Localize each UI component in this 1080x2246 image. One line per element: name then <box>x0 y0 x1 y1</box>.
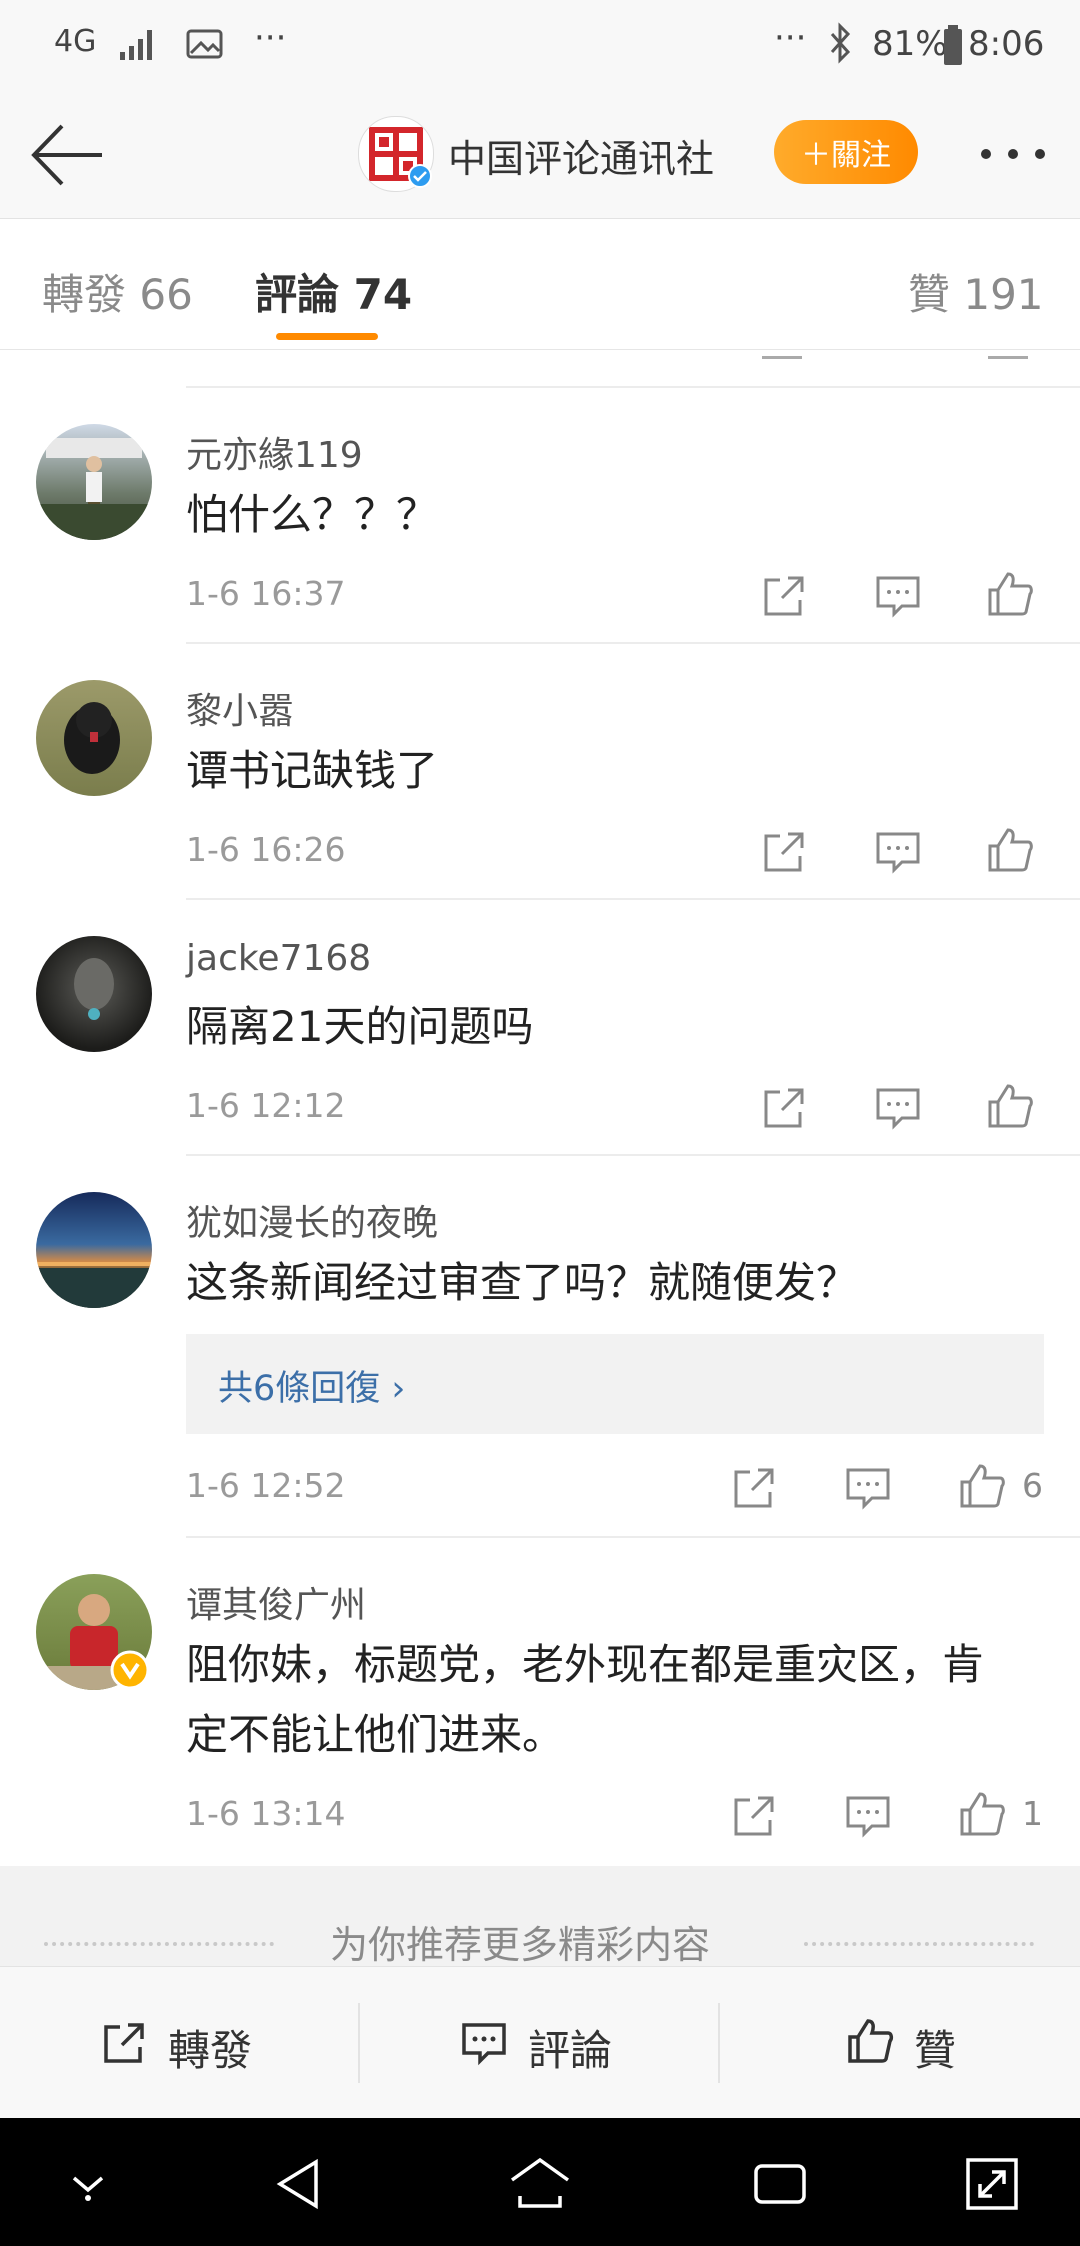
comment-icon[interactable] <box>842 1462 894 1514</box>
like-button[interactable]: 贊 <box>720 1967 1080 2119</box>
comment-username[interactable]: 黎小嚣 <box>186 682 294 734</box>
repost-icon[interactable] <box>728 1790 780 1842</box>
comment-text: 怕什么？？？ <box>186 490 439 539</box>
comment-text: 隔离21天的问题吗 <box>186 1002 534 1051</box>
like-icon[interactable] <box>984 568 1036 620</box>
comment-username[interactable]: 犹如漫长的夜晚 <box>186 1194 438 1246</box>
comment-item: 黎小嚣 谭书记缺钱了 1-6 16:26 <box>0 644 1080 898</box>
active-tab-indicator <box>276 333 378 340</box>
hide-keyboard-icon[interactable] <box>62 2162 114 2206</box>
comment-time: 1-6 16:37 <box>186 574 346 613</box>
comment-button[interactable]: 評論 <box>360 1967 718 2119</box>
like-icon[interactable] <box>984 1080 1036 1132</box>
verified-badge-icon <box>408 164 432 188</box>
like-count: 6 <box>1022 1466 1043 1505</box>
comment-text-line2: 定不能让他们进来。 <box>186 1710 565 1759</box>
home-nav-icon[interactable] <box>508 2154 572 2214</box>
dotted-divider <box>44 1942 274 1946</box>
dotted-divider <box>804 1942 1034 1946</box>
signal-icon <box>120 30 152 60</box>
comment-icon[interactable] <box>842 1790 894 1842</box>
like-icon <box>848 2019 894 2063</box>
expand-icon[interactable] <box>962 2154 1022 2214</box>
repost-icon[interactable] <box>758 1082 810 1134</box>
like-icon[interactable] <box>956 1788 1008 1840</box>
comment-icon[interactable] <box>872 826 924 878</box>
tab-reposts[interactable]: 轉發 66 <box>42 261 193 322</box>
comment-text: 这条新闻经过审查了吗？就随便发？ <box>186 1258 859 1307</box>
repost-icon[interactable] <box>758 826 810 878</box>
tab-bar: 轉發 66 評論 74 贊 191 <box>0 219 1080 350</box>
follow-button[interactable]: ＋關注 <box>774 120 918 184</box>
repost-button[interactable]: 轉發 <box>0 1967 358 2119</box>
repost-icon[interactable] <box>728 1462 780 1514</box>
repost-icon <box>104 2023 144 2063</box>
like-icon[interactable] <box>956 1460 1008 1512</box>
clock: 8:06 <box>968 24 1045 64</box>
comment-item: 犹如漫长的夜晚 这条新闻经过审查了吗？就随便发？ 共6條回復 › 1-6 12:… <box>0 1156 1080 1536</box>
bottom-toolbar: 轉發 評論 贊 <box>0 1966 1080 2119</box>
tab-comments[interactable]: 評論 74 <box>255 261 412 322</box>
like-icon[interactable] <box>984 824 1036 876</box>
account-name[interactable]: 中国评论通讯社 <box>448 128 714 183</box>
replies-link-box[interactable]: 共6條回復 › <box>186 1334 1044 1434</box>
comment-time: 1-6 16:26 <box>186 830 346 869</box>
comment-icon[interactable] <box>872 570 924 622</box>
comment-item: 元亦緣119 怕什么？？？ 1-6 16:37 <box>0 388 1080 642</box>
comment-username[interactable]: 元亦緣119 <box>186 426 363 478</box>
avatar[interactable] <box>36 1192 152 1308</box>
comment-username[interactable]: 谭其俊广州 <box>186 1576 366 1628</box>
comment-text: 谭书记缺钱了 <box>186 746 439 795</box>
avatar[interactable] <box>36 680 152 796</box>
previous-comment-remnant <box>0 350 1080 386</box>
network-indicator: 4G <box>54 24 97 59</box>
comment-time: 1-6 12:12 <box>186 1086 346 1125</box>
more-notifications: ··· <box>254 18 287 58</box>
comment-label: 評論 <box>528 2026 613 2075</box>
replies-link[interactable]: 共6條回復 › <box>218 1360 405 1411</box>
avatar-sunset-icon <box>36 1262 152 1308</box>
comment-icon[interactable] <box>872 1082 924 1134</box>
repost-icon[interactable] <box>758 570 810 622</box>
comment-icon <box>462 2023 506 2066</box>
recent-apps-icon[interactable] <box>752 2158 808 2210</box>
avatar-photo-icon <box>36 438 152 540</box>
comment-text-line1: 阻你妹，标题党，老外现在都是重灾区，肯 <box>186 1640 985 1689</box>
avatar-dog-icon <box>64 702 120 774</box>
avatar[interactable] <box>36 424 152 540</box>
back-arrow-icon[interactable] <box>28 120 106 190</box>
comment-item: 谭其俊广州 阻你妹，标题党，老外现在都是重灾区，肯 定不能让他们进来。 1-6 … <box>0 1538 1080 1864</box>
avatar[interactable] <box>36 936 152 1052</box>
battery-icon <box>944 25 962 65</box>
image-notification-icon <box>186 29 223 59</box>
header-bar: 中国评论通讯社 ＋關注 <box>0 92 1080 219</box>
comment-username[interactable]: jacke7168 <box>186 938 371 979</box>
repost-label: 轉發 <box>168 2026 253 2075</box>
battery-percent: 81% <box>872 24 948 64</box>
comment-item: jacke7168 隔离21天的问题吗 1-6 12:12 <box>0 900 1080 1154</box>
recommend-label[interactable]: 为你推荐更多精彩内容 <box>330 1914 710 1969</box>
system-navigation-bar <box>0 2118 1080 2246</box>
avatar-figure-icon <box>74 958 114 1020</box>
comment-time: 1-6 12:52 <box>186 1466 346 1505</box>
like-label: 贊 <box>914 2026 957 2075</box>
verified-user-badge-icon <box>110 1650 150 1690</box>
bluetooth-icon <box>830 22 851 64</box>
ellipsis-icon[interactable] <box>978 142 1048 166</box>
tab-likes[interactable]: 贊 191 <box>908 261 1044 322</box>
back-nav-icon[interactable] <box>270 2154 330 2214</box>
comment-time: 1-6 13:14 <box>186 1794 346 1833</box>
status-bar: 4G ··· ··· 81% 8:06 <box>0 0 1080 92</box>
more-status: ··· <box>774 18 807 58</box>
like-count: 1 <box>1022 1794 1043 1833</box>
